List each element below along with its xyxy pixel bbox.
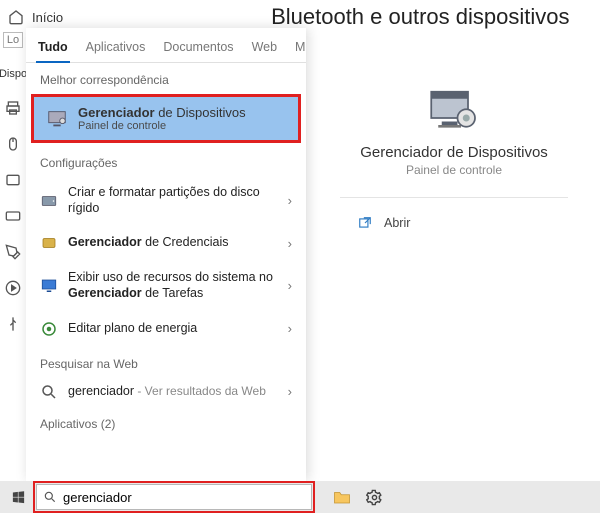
settings-left-rail: Lo Dispo [0,28,26,481]
chevron-right-icon: › [288,278,292,293]
printer-icon[interactable] [5,100,21,116]
power-icon [40,320,58,338]
taskbar-search[interactable] [36,484,312,510]
folder-icon [333,489,351,505]
divider [340,197,567,198]
chevron-right-icon: › [288,236,292,251]
section-search-web: Pesquisar na Web [26,347,306,377]
file-explorer-button[interactable] [326,481,358,513]
chevron-right-icon: › [288,384,292,399]
autoplay-icon[interactable] [5,280,21,296]
result-power-plan[interactable]: Editar plano de energia › [26,311,306,347]
chevron-right-icon: › [288,193,292,208]
monitor-icon [40,277,58,295]
start-button[interactable] [0,481,36,513]
result-web-search[interactable]: gerenciador - Ver resultados da Web › [26,377,306,407]
tab-all[interactable]: Tudo [36,34,70,62]
result-preview-pane: Gerenciador de Dispositivos Painel de co… [312,70,596,481]
result-credentials[interactable]: Gerenciador de Credenciais › [26,225,306,261]
home-icon [8,9,24,25]
preview-title: Gerenciador de Dispositivos [360,144,548,161]
gear-icon [366,489,383,506]
rail-text: Lo [3,32,23,48]
tab-docs[interactable]: Documentos [161,34,235,62]
keyboard-icon[interactable] [5,208,21,224]
search-icon [43,490,57,504]
mouse-icon[interactable] [5,136,21,152]
tab-more[interactable]: Mais▾ [293,34,306,62]
touchpad-icon[interactable] [5,172,21,188]
windows-icon [11,490,26,505]
device-manager-icon [46,108,68,130]
result-task-manager[interactable]: Exibir uso de recursos do sistema no Ger… [26,261,306,310]
open-action[interactable]: Abrir [338,208,430,238]
best-match-result[interactable]: Gerenciador de Dispositivos Painel de co… [32,95,300,142]
disk-icon [40,192,58,210]
settings-button[interactable] [358,481,390,513]
tab-apps[interactable]: Aplicativos [84,34,148,62]
rail-text: Dispo [0,68,27,80]
search-input[interactable] [63,490,305,505]
credential-icon [40,234,58,252]
section-settings: Configurações [26,146,306,176]
page-title: Bluetooth e outros dispositivos [271,4,569,30]
preview-subtitle: Painel de controle [406,163,502,177]
search-results-panel: Tudo Aplicativos Documentos Web Mais▾ ⚐ … [26,28,306,481]
taskbar [0,481,600,513]
best-match-subtitle: Painel de controle [78,120,246,132]
best-match-title: Gerenciador de Dispositivos [78,105,246,120]
result-partitions[interactable]: Criar e formatar partições do disco rígi… [26,176,306,225]
tab-web[interactable]: Web [250,34,279,62]
section-apps: Aplicativos (2) [26,407,306,437]
section-best-match: Melhor correspondência [26,63,306,93]
device-manager-large-icon [426,88,482,134]
chevron-right-icon: › [288,321,292,336]
open-icon [358,216,372,230]
search-icon [40,383,58,401]
pen-icon[interactable] [5,244,21,260]
search-tabs: Tudo Aplicativos Documentos Web Mais▾ ⚐ … [26,28,306,63]
usb-icon[interactable] [5,316,21,332]
home-label[interactable]: Início [32,10,63,25]
